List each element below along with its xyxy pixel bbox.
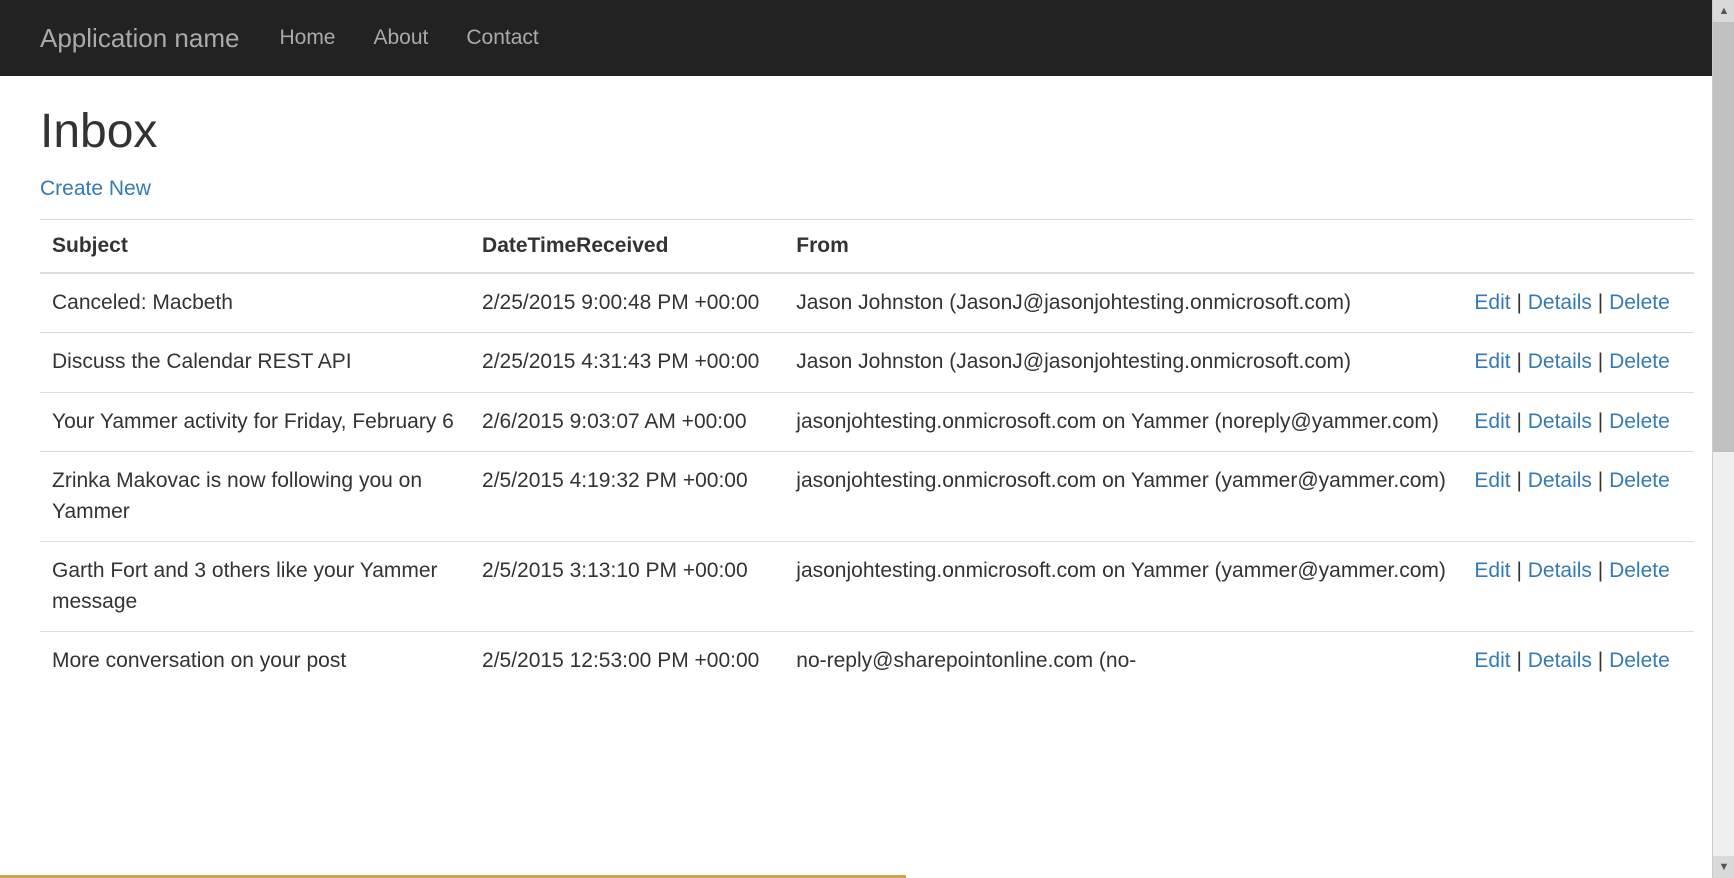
separator: | xyxy=(1511,350,1528,373)
cell-subject: Zrinka Makovac is now following you on Y… xyxy=(40,452,470,542)
edit-link[interactable]: Edit xyxy=(1474,649,1510,672)
scrollbar-thumb[interactable] xyxy=(1713,22,1734,452)
table-row: More conversation on your post2/5/2015 1… xyxy=(40,632,1694,691)
separator: | xyxy=(1592,410,1609,433)
table-row: Discuss the Calendar REST API2/25/2015 4… xyxy=(40,333,1694,392)
cell-actions: Edit | Details | Delete xyxy=(1462,632,1694,691)
edit-link[interactable]: Edit xyxy=(1474,350,1510,373)
cell-subject: Your Yammer activity for Friday, Februar… xyxy=(40,392,470,451)
cell-actions: Edit | Details | Delete xyxy=(1462,333,1694,392)
page-title: Inbox xyxy=(40,104,1694,159)
separator: | xyxy=(1592,559,1609,582)
cell-date: 2/6/2015 9:03:07 AM +00:00 xyxy=(470,392,784,451)
cell-from: Jason Johnston (JasonJ@jasonjohtesting.o… xyxy=(784,273,1462,333)
cell-actions: Edit | Details | Delete xyxy=(1462,392,1694,451)
separator: | xyxy=(1592,469,1609,492)
cell-date: 2/5/2015 12:53:00 PM +00:00 xyxy=(470,632,784,691)
cell-date: 2/5/2015 3:13:10 PM +00:00 xyxy=(470,542,784,632)
edit-link[interactable]: Edit xyxy=(1474,410,1510,433)
cell-from: Jason Johnston (JasonJ@jasonjohtesting.o… xyxy=(784,333,1462,392)
delete-link[interactable]: Delete xyxy=(1609,559,1670,582)
table-row: Zrinka Makovac is now following you on Y… xyxy=(40,452,1694,542)
separator: | xyxy=(1592,350,1609,373)
navbar: Application name Home About Contact xyxy=(0,0,1734,76)
cell-from: jasonjohtesting.onmicrosoft.com on Yamme… xyxy=(784,542,1462,632)
details-link[interactable]: Details xyxy=(1528,350,1592,373)
cell-date: 2/25/2015 4:31:43 PM +00:00 xyxy=(470,333,784,392)
cell-date: 2/5/2015 4:19:32 PM +00:00 xyxy=(470,452,784,542)
cell-actions: Edit | Details | Delete xyxy=(1462,542,1694,632)
separator: | xyxy=(1511,649,1528,672)
edit-link[interactable]: Edit xyxy=(1474,469,1510,492)
cell-actions: Edit | Details | Delete xyxy=(1462,452,1694,542)
separator: | xyxy=(1592,291,1609,314)
brand-link[interactable]: Application name xyxy=(40,23,239,54)
separator: | xyxy=(1511,410,1528,433)
cell-subject: More conversation on your post xyxy=(40,632,470,691)
main-content: Inbox Create New Subject DateTimeReceive… xyxy=(0,76,1734,719)
header-from: From xyxy=(784,220,1462,274)
delete-link[interactable]: Delete xyxy=(1609,469,1670,492)
nav-home[interactable]: Home xyxy=(279,26,335,49)
details-link[interactable]: Details xyxy=(1528,469,1592,492)
separator: | xyxy=(1511,291,1528,314)
header-date: DateTimeReceived xyxy=(470,220,784,274)
details-link[interactable]: Details xyxy=(1528,649,1592,672)
table-row: Canceled: Macbeth2/25/2015 9:00:48 PM +0… xyxy=(40,273,1694,333)
separator: | xyxy=(1511,559,1528,582)
delete-link[interactable]: Delete xyxy=(1609,410,1670,433)
separator: | xyxy=(1592,649,1609,672)
details-link[interactable]: Details xyxy=(1528,291,1592,314)
edit-link[interactable]: Edit xyxy=(1474,291,1510,314)
chevron-down-icon: ▼ xyxy=(1719,861,1730,873)
header-actions xyxy=(1462,220,1694,274)
details-link[interactable]: Details xyxy=(1528,410,1592,433)
cell-from: no-reply@sharepointonline.com (no- xyxy=(784,632,1462,691)
create-new-link[interactable]: Create New xyxy=(40,177,151,201)
delete-link[interactable]: Delete xyxy=(1609,291,1670,314)
nav-about[interactable]: About xyxy=(374,26,429,49)
cell-date: 2/25/2015 9:00:48 PM +00:00 xyxy=(470,273,784,333)
table-row: Garth Fort and 3 others like your Yammer… xyxy=(40,542,1694,632)
navbar-nav: Home About Contact xyxy=(279,26,538,50)
cell-subject: Canceled: Macbeth xyxy=(40,273,470,333)
cell-subject: Garth Fort and 3 others like your Yammer… xyxy=(40,542,470,632)
cell-actions: Edit | Details | Delete xyxy=(1462,273,1694,333)
table-row: Your Yammer activity for Friday, Februar… xyxy=(40,392,1694,451)
inbox-table: Subject DateTimeReceived From Canceled: … xyxy=(40,219,1694,691)
delete-link[interactable]: Delete xyxy=(1609,649,1670,672)
scroll-down-button[interactable]: ▼ xyxy=(1713,856,1734,878)
chevron-up-icon: ▲ xyxy=(1719,5,1730,17)
cell-subject: Discuss the Calendar REST API xyxy=(40,333,470,392)
cell-from: jasonjohtesting.onmicrosoft.com on Yamme… xyxy=(784,392,1462,451)
scroll-up-button[interactable]: ▲ xyxy=(1713,0,1734,22)
separator: | xyxy=(1511,469,1528,492)
vertical-scrollbar[interactable]: ▲ ▼ xyxy=(1712,0,1734,878)
nav-contact[interactable]: Contact xyxy=(466,26,538,49)
header-subject: Subject xyxy=(40,220,470,274)
edit-link[interactable]: Edit xyxy=(1474,559,1510,582)
details-link[interactable]: Details xyxy=(1528,559,1592,582)
cell-from: jasonjohtesting.onmicrosoft.com on Yamme… xyxy=(784,452,1462,542)
delete-link[interactable]: Delete xyxy=(1609,350,1670,373)
